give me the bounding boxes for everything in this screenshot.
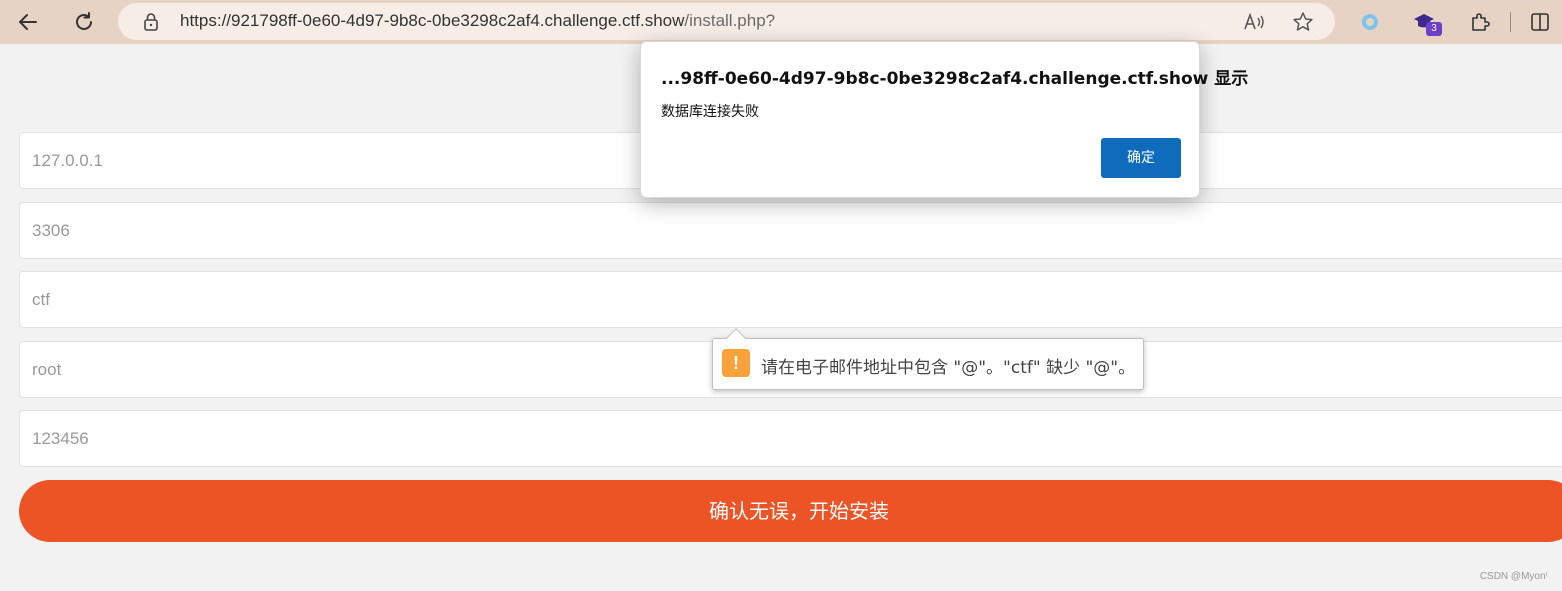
refresh-icon[interactable] — [66, 4, 102, 40]
extensions-icon[interactable] — [1462, 4, 1498, 40]
dialog-message: 数据库连接失败 — [661, 104, 759, 120]
address-bar[interactable]: https://921798ff-0e60-4d97-9b8c-0be3298c… — [118, 3, 1335, 40]
favorite-star-icon[interactable] — [1290, 9, 1316, 35]
circle-extension-icon[interactable] — [1352, 4, 1388, 40]
url-text[interactable]: https://921798ff-0e60-4d97-9b8c-0be3298c… — [180, 11, 775, 31]
start-install-button[interactable]: 确认无误，开始安装 — [19, 480, 1562, 542]
db-name-input[interactable] — [32, 272, 1532, 327]
db-port-field[interactable] — [19, 202, 1562, 259]
db-password-field[interactable] — [19, 410, 1562, 467]
warning-icon: ! — [722, 349, 750, 377]
csdn-watermark: CSDN @Myon⁽ — [1479, 571, 1548, 582]
db-port-input[interactable] — [32, 203, 1532, 258]
extension-badge: 3 — [1426, 22, 1442, 36]
db-name-field[interactable] — [19, 271, 1562, 328]
toolbar-divider — [1510, 12, 1511, 32]
lock-icon[interactable] — [142, 12, 160, 36]
validation-message: 请在电子邮件地址中包含 "@"。"ctf" 缺少 "@"。 — [761, 358, 1136, 378]
validation-tooltip: ! 请在电子邮件地址中包含 "@"。"ctf" 缺少 "@"。 — [712, 328, 1144, 390]
ok-button[interactable]: 确定 — [1101, 138, 1181, 178]
url-path: /install.php? — [684, 11, 776, 30]
browser-toolbar: https://921798ff-0e60-4d97-9b8c-0be3298c… — [0, 0, 1562, 44]
back-icon[interactable] — [10, 4, 46, 40]
split-screen-icon[interactable] — [1522, 4, 1558, 40]
alert-dialog: ...98ff-0e60-4d97-9b8c-0be3298c2af4.chal… — [640, 41, 1248, 198]
url-host: https://921798ff-0e60-4d97-9b8c-0be3298c… — [180, 11, 685, 30]
read-aloud-icon[interactable] — [1242, 9, 1268, 35]
dialog-title: ...98ff-0e60-4d97-9b8c-0be3298c2af4.chal… — [661, 69, 1249, 89]
db-password-input[interactable] — [32, 411, 1532, 466]
